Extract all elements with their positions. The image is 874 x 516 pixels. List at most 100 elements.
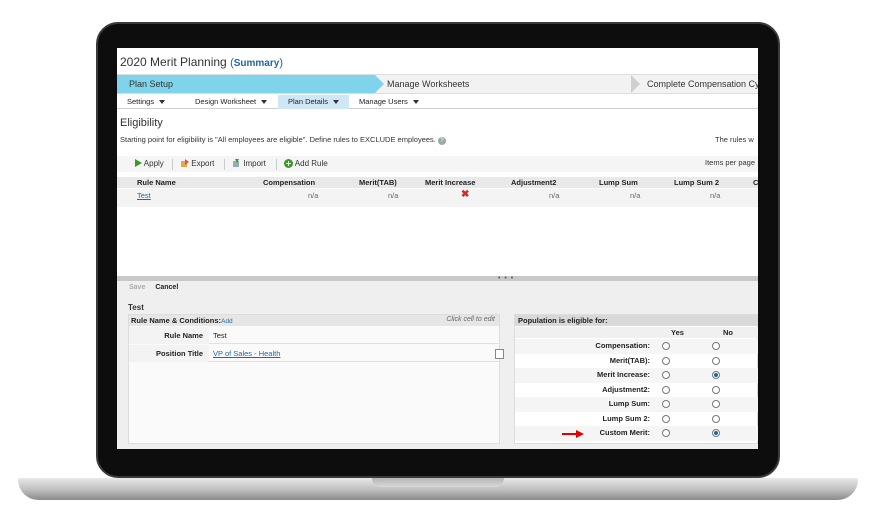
eligibility-row: Adjustment2: — [515, 383, 758, 398]
eligibility-row: Merit(TAB): — [515, 354, 758, 369]
eligibility-row: Compensation: — [515, 339, 758, 354]
app-title: 2020 Merit Planning — [120, 55, 227, 69]
col-lump-sum-2[interactable]: Lump Sum 2 — [674, 178, 719, 187]
col-merit-increase[interactable]: Merit Increase — [425, 178, 475, 187]
eligibility-label: Merit(TAB): — [609, 355, 650, 365]
page-title: 2020 Merit Planning (Summary) — [120, 55, 283, 69]
field-row-position-title: Position Title VP of Sales - Health — [129, 345, 504, 362]
save-button[interactable]: Save — [129, 284, 145, 291]
radio-no[interactable] — [712, 400, 720, 408]
apply-icon — [135, 159, 142, 167]
radio-yes[interactable] — [662, 342, 670, 350]
editor-actions: Save Cancel — [129, 284, 178, 291]
delete-icon[interactable] — [495, 349, 504, 359]
app-screen: 2020 Merit Planning (Summary) Plan Setup… — [117, 48, 758, 449]
rule-name-link[interactable]: Test — [137, 191, 151, 200]
rule-conditions-panel: Rule Name & Conditions:Add Click cell to… — [128, 314, 504, 444]
red-x-icon: ✖ — [461, 189, 470, 200]
tab-design-worksheet[interactable]: Design Worksheet — [185, 95, 275, 109]
eligibility-heading: Eligibility — [120, 117, 163, 129]
subtab-bar: Settings Design Worksheet Plan Details M… — [117, 95, 758, 109]
step-plan-setup[interactable]: Plan Setup — [117, 75, 375, 93]
population-panel: Population is eligible for: Yes No Compe… — [514, 314, 758, 444]
process-steps: Plan Setup Manage Worksheets Complete Co… — [117, 74, 758, 94]
conditions-header: Rule Name & Conditions:Add Click cell to… — [129, 315, 499, 326]
title-paren-close: ) — [279, 57, 283, 69]
radio-no[interactable] — [712, 429, 720, 437]
chevron-down-icon — [159, 100, 166, 105]
cell-compensation: n/a — [308, 191, 319, 200]
col-yes: Yes — [671, 328, 684, 337]
apply-label: Apply — [143, 159, 164, 168]
radio-no[interactable] — [712, 356, 720, 365]
field-row-rule-name: Rule Name Test — [129, 327, 499, 344]
eligibility-label: Lump Sum: — [608, 399, 650, 408]
table-row[interactable]: Test n/a n/a ✖ n/a n/a n/a — [117, 189, 758, 207]
radio-yes[interactable] — [662, 371, 670, 379]
cell-lump-sum: n/a — [630, 191, 641, 200]
cell-merit-tab: n/a — [388, 191, 399, 200]
col-adjustment2[interactable]: Adjustment2 — [511, 178, 556, 187]
rule-name-field[interactable]: Test — [213, 327, 227, 344]
col-no: No — [723, 328, 733, 337]
col-rule-name[interactable]: Rule Name — [137, 178, 176, 187]
eligibility-label: Lump Sum 2: — [602, 413, 650, 423]
radio-no[interactable] — [712, 414, 720, 423]
tab-plan-details[interactable]: Plan Details — [278, 95, 349, 109]
import-button[interactable]: Import — [233, 159, 266, 168]
export-label: Export — [191, 159, 215, 168]
chevron-down-icon — [333, 100, 340, 105]
col-merit-tab[interactable]: Merit(TAB) — [359, 178, 397, 187]
cell-adjustment2: n/a — [549, 191, 560, 200]
radio-yes[interactable] — [662, 414, 670, 423]
export-icon — [181, 159, 189, 167]
tab-manage-users-label: Manage Users — [359, 97, 408, 106]
radio-no[interactable] — [712, 385, 720, 394]
conditions-header-label: Rule Name & Conditions: — [131, 316, 222, 325]
eligibility-row: Lump Sum: — [515, 397, 758, 412]
radio-yes[interactable] — [662, 356, 670, 365]
step-complete-compensation[interactable]: Complete Compensation Cy — [647, 75, 758, 93]
col-compensation[interactable]: Compensation — [263, 178, 315, 187]
radio-no[interactable] — [712, 342, 720, 350]
col-truncated[interactable]: C — [753, 178, 758, 187]
eligibility-row: Custom Merit: — [515, 426, 758, 441]
tab-settings-label: Settings — [127, 97, 155, 106]
add-condition-link[interactable]: Add — [221, 318, 233, 325]
eligibility-description-text: Starting point for eligibility is "All e… — [120, 135, 436, 144]
apply-button[interactable]: Apply — [135, 159, 164, 168]
rule-editor-pane: Save Cancel Test Rule Name & Conditions:… — [117, 281, 758, 449]
eligibility-label: Adjustment2: — [602, 384, 650, 394]
radio-yes[interactable] — [662, 400, 670, 408]
tab-design-worksheet-label: Design Worksheet — [195, 97, 257, 106]
step-manage-worksheets[interactable]: Manage Worksheets — [387, 75, 469, 93]
eligibility-row: Merit Increase: — [515, 368, 758, 383]
rules-toolbar: Apply Export Import Add Rule — [117, 156, 758, 172]
toolbar-divider — [224, 159, 225, 170]
field-label: Position Title — [129, 345, 209, 362]
radio-yes[interactable] — [662, 429, 670, 437]
chevron-down-icon — [261, 100, 268, 105]
summary-link[interactable]: Summary — [234, 58, 280, 69]
toolbar-divider — [172, 159, 173, 170]
position-title-link[interactable]: VP of Sales - Health — [213, 345, 280, 362]
col-lump-sum[interactable]: Lump Sum — [599, 178, 638, 187]
population-header: Population is eligible for: — [515, 315, 758, 326]
population-columns: Yes No — [515, 327, 758, 338]
step-arrow-1 — [375, 75, 384, 93]
help-icon[interactable]: ? — [437, 137, 446, 145]
add-rule-label: Add Rule — [294, 159, 328, 168]
cancel-button[interactable]: Cancel — [155, 284, 178, 291]
rules-grid-header: Rule Name Compensation Merit(TAB) Merit … — [117, 177, 758, 188]
radio-yes[interactable] — [662, 385, 670, 394]
tab-settings[interactable]: Settings — [117, 95, 187, 109]
rules-note: The rules w — [715, 135, 754, 144]
radio-no[interactable] — [712, 371, 720, 379]
tab-manage-users[interactable]: Manage Users — [349, 95, 429, 109]
export-button[interactable]: Export — [181, 159, 214, 168]
add-rule-button[interactable]: Add Rule — [284, 159, 328, 168]
rule-title: Test — [128, 303, 144, 312]
field-label: Rule Name — [129, 327, 209, 344]
edit-hint: Click cell to edit — [446, 316, 495, 323]
cell-lump-sum-2: n/a — [710, 191, 721, 200]
